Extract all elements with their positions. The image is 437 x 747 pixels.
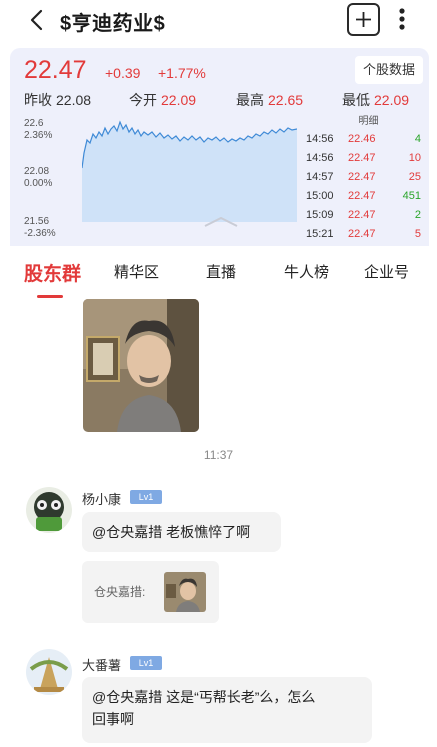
tab-company-account[interactable]: 企业号 <box>364 261 409 282</box>
add-watchlist-button[interactable] <box>347 3 380 36</box>
avatar[interactable] <box>26 649 72 695</box>
quoted-photo-thumbnail[interactable] <box>164 572 206 612</box>
message-bubble[interactable]: @仓央嘉措 老板憔悴了啊 <box>82 512 281 552</box>
axis-bottom-label: 21.56 -2.36% <box>24 216 56 239</box>
avatar[interactable] <box>26 487 72 533</box>
top-bar: $亨迪药业$ <box>0 0 437 46</box>
plus-icon <box>356 12 371 27</box>
more-options-icon[interactable] <box>392 6 412 34</box>
back-arrow-icon[interactable] <box>22 6 52 36</box>
message-text: @仓央嘉措 这是“丐帮长老”么，怎么 <box>92 689 316 705</box>
tab-live[interactable]: 直播 <box>206 261 236 282</box>
page-title: $亨迪药业$ <box>60 13 166 35</box>
tick-row: 15:21 22.47 5 <box>306 228 421 240</box>
level-badge: Lv1 <box>130 490 162 504</box>
username[interactable]: 大番薯 <box>82 655 121 674</box>
tick-row: 15:00 22.47 451 <box>306 190 421 202</box>
quoted-user-label: 仓央嘉措: <box>94 585 146 599</box>
stat-high: 最高 22.65 <box>236 92 304 108</box>
stat-prev-close: 昨收 22.08 <box>24 92 92 108</box>
quote-stats: 昨收 22.08 今开 22.09 最高 22.65 最低 22.09 <box>24 90 424 110</box>
tick-row: 14:56 22.47 10 <box>306 152 421 164</box>
message-text: @仓央嘉措 老板憔悴了啊 <box>92 524 251 540</box>
level-badge: Lv1 <box>130 656 162 670</box>
message-bubble[interactable]: @仓央嘉措 这是“丐帮长老”么，怎么 回事啊 <box>82 677 372 743</box>
current-price: 22.47 <box>24 56 87 84</box>
price-area <box>82 122 297 222</box>
collapse-handle-icon[interactable] <box>203 215 239 227</box>
message-text: 回事啊 <box>92 711 134 727</box>
intraday-price-chart[interactable] <box>82 118 297 222</box>
message-timestamp: 11:37 <box>203 448 234 462</box>
price-change-pct: +1.77% <box>158 65 206 81</box>
price-change: +0.39 <box>105 65 141 81</box>
tick-detail-list: 明细 14:56 22.46 4 14:56 22.47 10 14:57 22.47 25… <box>306 114 421 244</box>
stock-data-button[interactable]: 个股数据 <box>355 56 423 84</box>
axis-top-label: 22.6 2.36% <box>24 118 53 141</box>
tick-row: 14:56 22.46 4 <box>306 133 421 145</box>
tab-top-traders[interactable]: 牛人榜 <box>284 261 329 282</box>
stat-open: 今开 22.09 <box>129 92 197 108</box>
tick-row: 14:57 22.47 25 <box>306 171 421 183</box>
active-tab-indicator <box>37 295 63 298</box>
username[interactable]: 杨小康 <box>82 489 121 508</box>
tab-highlights[interactable]: 精华区 <box>114 261 159 282</box>
chat-feed[interactable]: 11:37 杨小康 Lv1 @仓央嘉措 老板憔悴了啊 仓央嘉措: 大番薯 Lv1… <box>0 299 437 747</box>
shared-photo[interactable] <box>83 299 199 432</box>
axis-mid-label: 22.08 0.00% <box>24 166 53 189</box>
quote-panel: 22.47 +0.39 +1.77% 个股数据 昨收 22.08 今开 22.09 … <box>10 48 429 246</box>
tick-detail-header: 明细 <box>358 116 379 127</box>
tab-shareholder-group[interactable]: 股东群 <box>24 259 81 286</box>
tick-row: 15:09 22.47 2 <box>306 209 421 221</box>
quoted-message[interactable]: 仓央嘉措: <box>82 561 219 623</box>
section-tabs: 股东群 精华区 直播 牛人榜 企业号 <box>0 247 437 299</box>
stat-low: 最低 22.09 <box>342 92 410 108</box>
